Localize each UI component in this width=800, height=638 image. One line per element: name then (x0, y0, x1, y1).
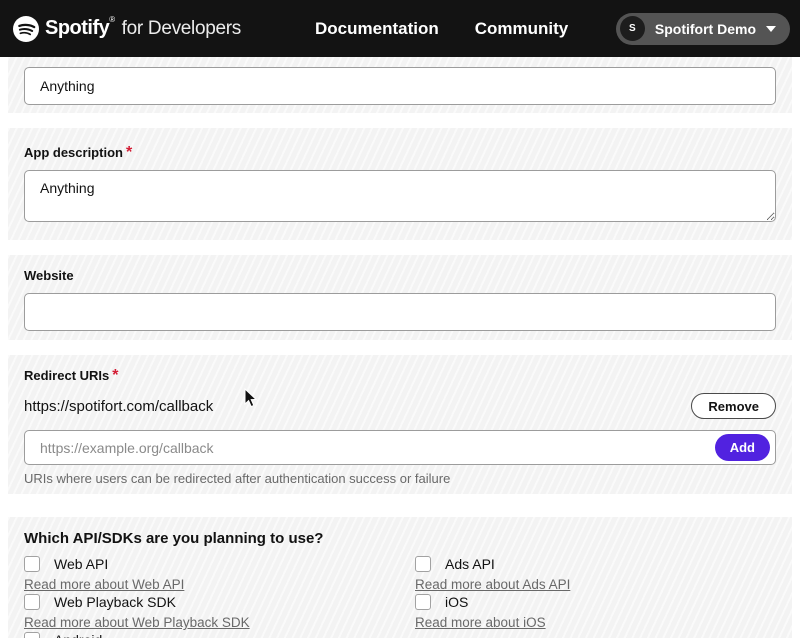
web-playback-sdk-checkbox[interactable] (24, 594, 40, 610)
ios-row: iOS (415, 593, 776, 611)
web-playback-sdk-label: Web Playback SDK (54, 594, 176, 610)
redirect-uris-help-text: URIs where users can be redirected after… (24, 471, 776, 486)
nav-community[interactable]: Community (475, 19, 569, 39)
ads-api-checkbox[interactable] (415, 556, 431, 572)
top-navbar: Spotify® for Developers Documentation Co… (0, 0, 800, 57)
ads-api-link-row: Read more about Ads API (415, 576, 776, 593)
ios-checkbox[interactable] (415, 594, 431, 610)
app-name-label-clipped: App name (24, 57, 776, 59)
app-description-section: App description* Anything (8, 128, 792, 240)
user-menu-button[interactable]: S Spotifort Demo (616, 13, 790, 45)
user-name: Spotifort Demo (655, 21, 756, 37)
redirect-uris-section: Redirect URIs* https://spotifort.com/cal… (8, 355, 792, 494)
android-row: Android (24, 631, 415, 638)
ads-api-label: Ads API (445, 556, 495, 572)
required-asterisk: * (126, 144, 132, 161)
add-uri-row: Add (24, 430, 776, 465)
trademark-symbol: ® (109, 15, 115, 24)
apis-heading: Which API/SDKs are you planning to use? (24, 530, 776, 547)
web-api-row: Web API (24, 555, 415, 573)
nav-documentation[interactable]: Documentation (315, 19, 439, 39)
spotify-for-developers-logo[interactable]: Spotify® for Developers (13, 16, 241, 42)
redirect-uri-row: https://spotifort.com/callback Remove (24, 393, 776, 419)
header-nav: Documentation Community (315, 19, 568, 39)
brand-text: Spotify® for Developers (45, 17, 241, 40)
redirect-uris-label: Redirect URIs* (24, 367, 776, 385)
ios-read-more-link[interactable]: Read more about iOS (415, 614, 546, 631)
android-checkbox[interactable] (24, 632, 40, 638)
ads-api-row: Ads API (415, 555, 776, 573)
redirect-uri-input[interactable] (24, 430, 776, 465)
web-api-label: Web API (54, 556, 108, 572)
ios-link-row: Read more about iOS (415, 614, 776, 631)
ios-label: iOS (445, 594, 468, 610)
brand-name: Spotify (45, 17, 109, 39)
avatar: S (620, 16, 645, 41)
remove-uri-button[interactable]: Remove (691, 393, 776, 419)
website-input[interactable] (24, 293, 776, 331)
web-playback-sdk-read-more-link[interactable]: Read more about Web Playback SDK (24, 614, 250, 631)
web-playback-sdk-row: Web Playback SDK (24, 593, 415, 611)
redirect-uri-value: https://spotifort.com/callback (24, 398, 213, 415)
app-description-textarea[interactable]: Anything (24, 170, 776, 222)
app-name-section: App name (8, 57, 792, 113)
apis-section: Which API/SDKs are you planning to use? … (8, 517, 792, 638)
android-label: Android (54, 632, 102, 638)
web-api-read-more-link[interactable]: Read more about Web API (24, 576, 184, 593)
add-uri-button[interactable]: Add (715, 434, 770, 461)
web-playback-sdk-link-row: Read more about Web Playback SDK (24, 614, 415, 631)
web-api-link-row: Read more about Web API (24, 576, 415, 593)
web-api-checkbox[interactable] (24, 556, 40, 572)
app-description-label: App description* (24, 144, 776, 162)
ads-api-read-more-link[interactable]: Read more about Ads API (415, 576, 570, 593)
website-label: Website (24, 267, 776, 285)
chevron-down-icon (766, 26, 776, 32)
apis-columns: Web API Read more about Web API Web Play… (24, 555, 776, 638)
apis-column-right: Ads API Read more about Ads API iOS Read… (415, 555, 776, 638)
spotify-icon (13, 16, 39, 42)
brand-suffix: for Developers (122, 18, 241, 39)
required-asterisk: * (112, 367, 118, 384)
apis-column-left: Web API Read more about Web API Web Play… (24, 555, 415, 638)
website-section: Website (8, 255, 792, 340)
app-name-input[interactable] (24, 67, 776, 105)
